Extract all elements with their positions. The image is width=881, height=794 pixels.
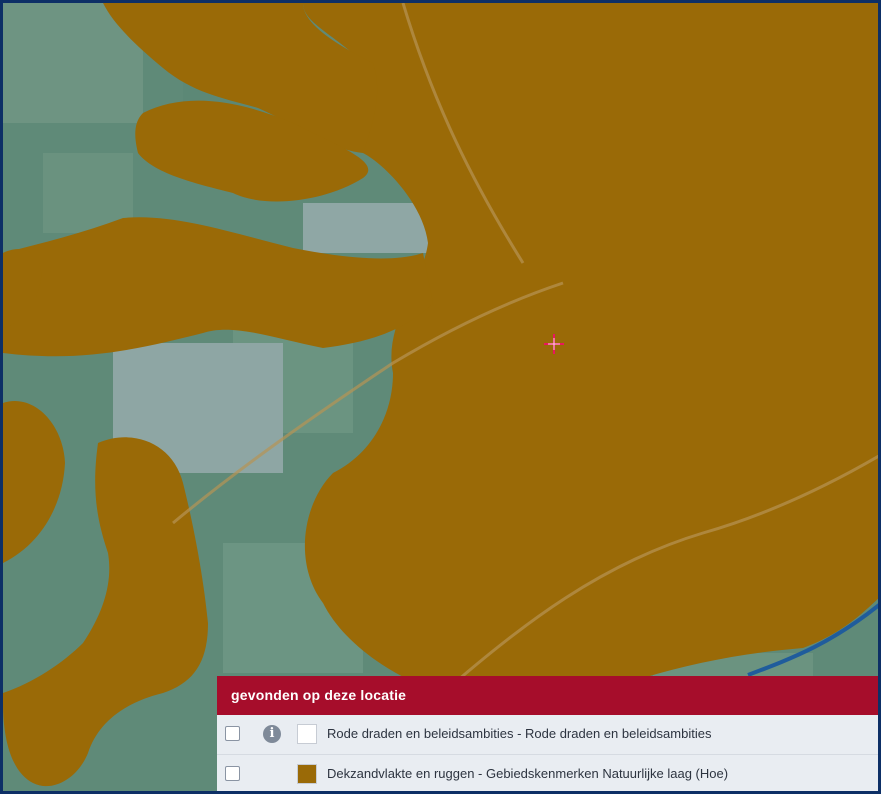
legend-swatch <box>297 724 317 744</box>
legend-item[interactable]: i Rode draden en beleidsambities - Rode … <box>217 715 878 755</box>
legend-item-label: Rode draden en beleidsambities - Rode dr… <box>327 726 712 741</box>
residential-area <box>303 203 433 253</box>
legend-panel: gevonden op deze locatie i Rode draden e… <box>217 676 878 791</box>
legend-swatch <box>297 764 317 784</box>
location-crosshair-icon <box>544 334 564 354</box>
legend-item-label: Dekzandvlakte en ruggen - Gebiedskenmerk… <box>327 766 729 781</box>
map-viewer[interactable]: gevonden op deze locatie i Rode draden e… <box>0 0 881 794</box>
legend-item[interactable]: Dekzandvlakte en ruggen - Gebiedskenmerk… <box>217 755 878 791</box>
info-icon[interactable]: i <box>263 725 281 743</box>
layer-checkbox[interactable] <box>225 766 240 781</box>
layer-checkbox[interactable] <box>225 726 240 741</box>
legend-title: gevonden op deze locatie <box>217 676 878 715</box>
